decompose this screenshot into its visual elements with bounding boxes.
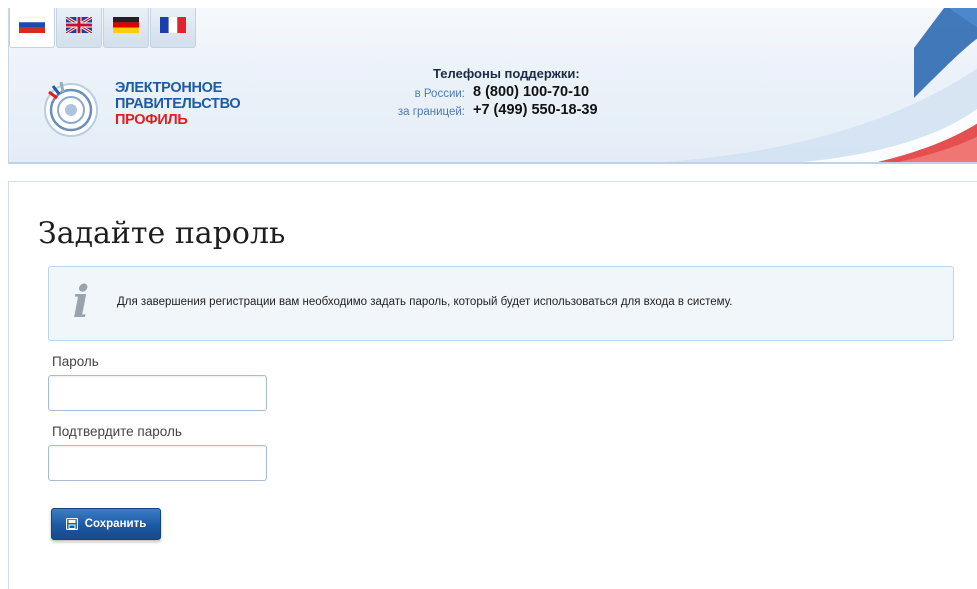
info-message: i Для завершения регистрации вам необход… xyxy=(48,266,954,341)
support-abroad-label: за границей: xyxy=(397,106,465,118)
support-russia-label: в России: xyxy=(414,88,465,100)
lang-tab-en[interactable] xyxy=(56,8,102,48)
flag-fr-icon xyxy=(160,17,186,33)
lang-tab-de[interactable] xyxy=(103,8,149,48)
site-header: ЭЛЕКТРОННОЕ ПРАВИТЕЛЬСТВО ПРОФИЛЬ Телефо… xyxy=(8,8,977,164)
support-row-abroad: за границей: +7 (499) 550-18-39 xyxy=(349,102,639,122)
logo-line-1: ЭЛЕКТРОННОЕ xyxy=(115,80,223,96)
site-logo[interactable]: ЭЛЕКТРОННОЕ ПРАВИТЕЛЬСТВО ПРОФИЛЬ xyxy=(41,78,251,138)
save-button[interactable]: Сохранить xyxy=(51,508,161,540)
flag-gb-icon xyxy=(66,17,92,33)
flag-ru-icon xyxy=(19,17,45,33)
save-icon xyxy=(65,518,78,530)
gosuslugi-emblem-icon xyxy=(44,81,98,137)
password-field[interactable] xyxy=(48,375,267,411)
info-text: Для завершения регистрации вам необходим… xyxy=(117,296,733,308)
flag-de-icon xyxy=(113,17,139,33)
support-russia-number: 8 (800) 100-70-10 xyxy=(473,84,590,100)
language-switcher xyxy=(9,8,197,48)
lang-tab-ru[interactable] xyxy=(9,8,55,48)
page-title: Задайте пароль xyxy=(38,216,286,251)
confirm-password-field[interactable] xyxy=(48,445,267,481)
confirm-password-label: Подтвердите пароль xyxy=(52,424,182,439)
support-abroad-number: +7 (499) 550-18-39 xyxy=(473,102,598,118)
support-title: Телефоны поддержки: xyxy=(433,66,580,81)
logo-line-3: ПРОФИЛЬ xyxy=(115,112,188,128)
logo-text: ЭЛЕКТРОННОЕ ПРАВИТЕЛЬСТВО ПРОФИЛЬ xyxy=(115,80,241,128)
support-row-russia: в России: 8 (800) 100-70-10 xyxy=(349,84,639,104)
info-icon: i xyxy=(72,277,90,328)
logo-line-2: ПРАВИТЕЛЬСТВО xyxy=(115,96,241,112)
password-label: Пароль xyxy=(52,354,99,369)
lang-tab-fr[interactable] xyxy=(150,8,196,48)
save-button-label: Сохранить xyxy=(84,518,147,530)
